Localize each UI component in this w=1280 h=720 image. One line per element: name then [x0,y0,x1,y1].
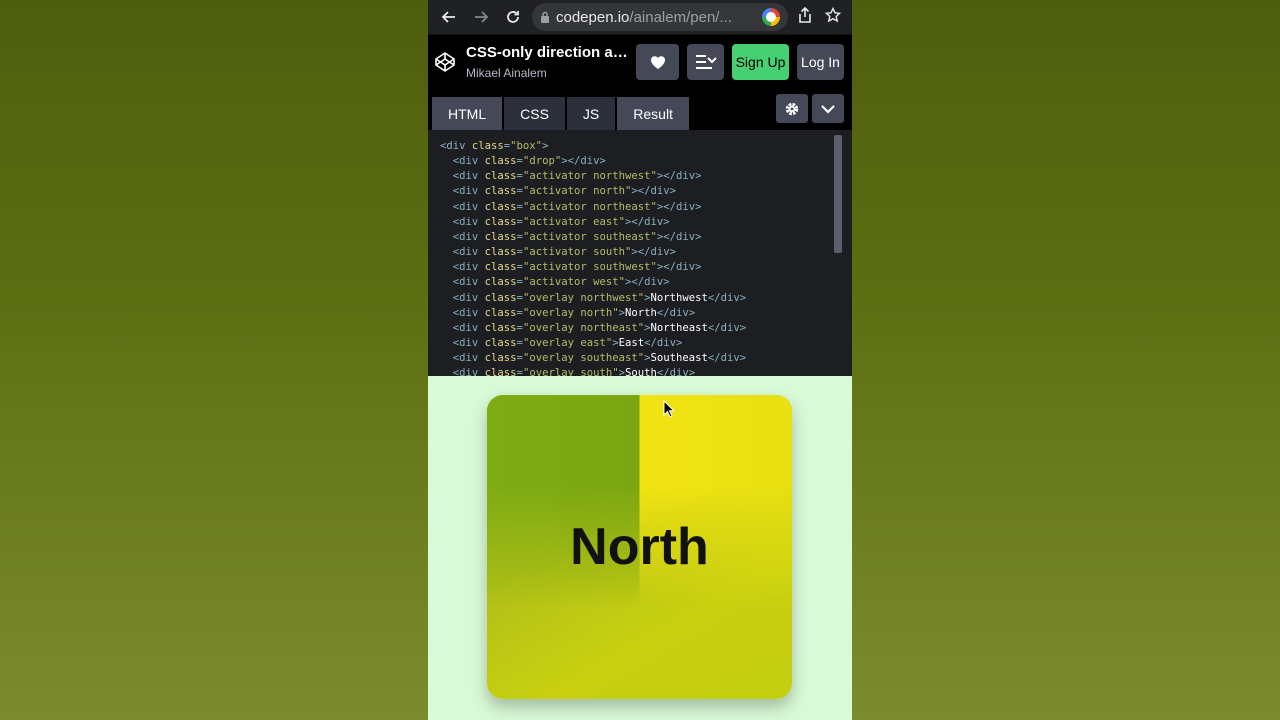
code-line: <div class="activator west"></div> [452,276,670,289]
pen-info: CSS-only direction awa... Mikael Ainalem [466,44,628,80]
background-right [852,0,1280,720]
chevron-down-icon [821,104,835,114]
mouse-cursor-icon [663,400,675,418]
overlay-label: North [570,518,709,576]
browser-toolbar: codepen.io/ainalem/pen/... [428,0,852,34]
codepen-header: CSS-only direction awa... Mikael Ainalem… [428,34,852,88]
code-line: <div class="activator northeast"></div> [452,200,702,213]
url-text: codepen.io/ainalem/pen/... [556,9,756,26]
reload-button[interactable] [500,4,526,30]
background-left [0,0,428,720]
code-lines: <div class="box"> <div class="drop"></di… [440,139,852,376]
star-icon [824,6,842,23]
code-line: <div class="activator southwest"></div> [452,261,702,274]
html-code-editor[interactable]: <div class="box"> <div class="drop"></di… [428,130,852,376]
code-line: <div class="activator east"></div> [452,215,670,228]
gear-icon [785,102,799,115]
reload-icon [507,11,519,23]
code-line: <div class="drop"></div> [452,155,606,168]
phone-screen: codepen.io/ainalem/pen/... CSS-only dire… [428,0,852,720]
arrow-left-icon [441,11,455,23]
heart-icon [650,55,665,69]
code-line: <div class="overlay south">South</div> [452,367,696,376]
result-pane[interactable]: North [428,376,852,720]
add-to-collection-button[interactable] [687,43,724,80]
tab-css[interactable]: CSS [504,97,565,130]
url-path: /ainalem/pen/... [629,8,732,26]
editor-tools [776,94,844,123]
direction-box[interactable]: North [487,395,792,699]
tab-js[interactable]: JS [566,97,616,130]
sign-up-button[interactable]: Sign Up [732,43,789,80]
tab-html[interactable]: HTML [432,97,503,130]
arrow-right-icon [475,11,489,23]
code-line: <div class="activator south"></div> [452,246,677,259]
editor-scrollbar[interactable] [834,135,842,253]
list-chevron-icon [695,54,717,69]
share-button[interactable] [794,6,816,27]
codepen-logo[interactable] [432,49,458,75]
pen-author[interactable]: Mikael Ainalem [466,66,628,80]
address-bar[interactable]: codepen.io/ainalem/pen/... [532,3,788,31]
code-line: <div class="overlay east">East</div> [452,337,683,350]
code-line: <div class="activator southeast"></div> [452,230,702,243]
like-button[interactable] [636,43,679,80]
lock-icon [541,11,549,23]
tab-result[interactable]: Result [617,97,689,130]
view-options-button[interactable] [812,94,844,123]
code-line: <div class="activator northwest"></div> [452,170,702,183]
editor-tabs: HTML CSS JS Result [428,88,852,130]
code-line: <div class="activator north"></div> [452,185,677,198]
google-icon[interactable] [762,8,780,26]
back-button[interactable] [436,4,462,30]
log-in-button[interactable]: Log In [797,43,844,80]
url-host: codepen.io [556,8,630,26]
codepen-icon [435,51,455,72]
bookmark-button[interactable] [822,6,844,27]
code-line: <div class="overlay southeast">Southeast… [452,352,747,365]
forward-button[interactable] [468,4,494,30]
settings-button[interactable] [776,94,808,123]
pen-title[interactable]: CSS-only direction awa... [466,44,628,61]
code-line: <div class="overlay northwest">Northwest… [452,291,747,304]
share-icon [799,6,811,23]
code-line: <div class="overlay north">North</div> [452,306,696,319]
code-line: <div class="box"> [440,140,549,152]
code-line: <div class="overlay northeast">Northeast… [452,321,747,334]
